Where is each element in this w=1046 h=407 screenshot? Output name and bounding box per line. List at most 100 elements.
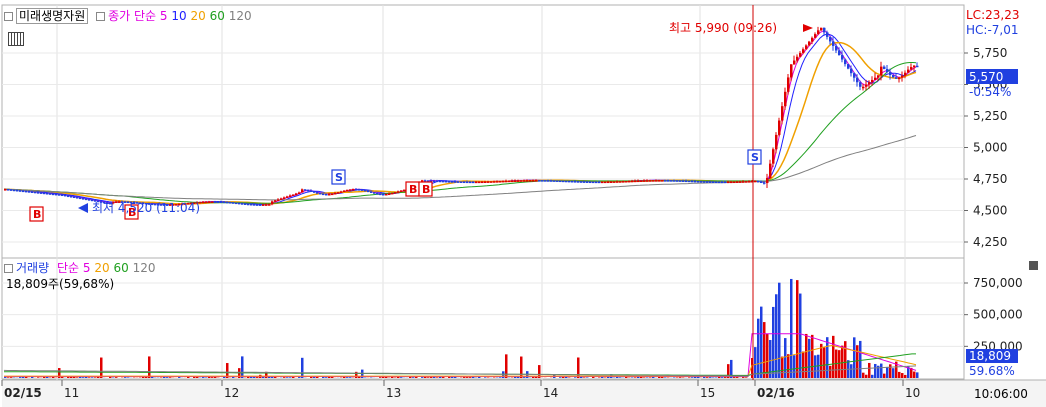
volume-bar	[394, 377, 397, 378]
volume-indicator-label[interactable]: 거래량	[16, 261, 49, 275]
volume-readout: 18,809주(59,68%)	[6, 277, 115, 291]
volume-bar	[349, 377, 352, 378]
price-candle	[664, 180, 667, 182]
legend-square-icon	[4, 12, 13, 21]
price-candle	[232, 202, 235, 204]
volume-bar	[70, 376, 73, 378]
price-candle	[871, 79, 874, 83]
volume-bar	[760, 306, 763, 378]
price-candle	[340, 191, 343, 193]
time-axis-tick: 11	[64, 386, 79, 400]
volume-bar	[799, 293, 802, 378]
price-candle	[40, 192, 43, 194]
price-candle	[565, 180, 568, 183]
volume-bar	[256, 377, 259, 378]
volume-bar	[169, 377, 172, 378]
price-ma-5: 5	[159, 9, 168, 23]
price-candle	[70, 195, 73, 198]
volume-bar	[646, 377, 649, 378]
price-candle	[472, 181, 475, 184]
volume-bar	[271, 376, 274, 378]
price-legend: 미래생명자원 종가 단순 5 10 20 60 120	[4, 8, 252, 24]
price-candle	[43, 192, 46, 195]
svg-text:B: B	[33, 208, 41, 221]
volume-bar	[676, 377, 679, 378]
price-candle	[448, 181, 451, 183]
price-candle	[868, 82, 871, 85]
price-candle	[4, 189, 7, 191]
price-candle	[682, 180, 685, 182]
price-candle	[211, 201, 214, 203]
price-candle	[433, 180, 436, 183]
volume-bar	[820, 343, 823, 378]
volume-bar	[94, 377, 97, 378]
price-candle	[391, 192, 394, 195]
volume-bar	[46, 376, 49, 378]
volume-bar	[283, 377, 286, 378]
price-candle	[298, 192, 301, 195]
volume-bar	[454, 376, 457, 378]
price-axis-tick: 4,250	[973, 235, 1007, 249]
price-candle	[7, 189, 10, 191]
volume-bar	[619, 377, 622, 378]
price-candle	[508, 180, 511, 183]
volume-bar	[586, 377, 589, 378]
price-candle	[553, 180, 556, 182]
volume-bar	[145, 376, 148, 378]
price-candle	[580, 181, 583, 183]
price-candle	[688, 180, 691, 183]
price-candle	[856, 77, 859, 83]
price-candle	[865, 84, 868, 87]
price-candle	[526, 180, 529, 182]
price-candle	[691, 180, 694, 183]
volume-bar	[679, 377, 682, 378]
price-candle	[745, 181, 748, 183]
price-candle	[361, 189, 364, 191]
price-candle	[667, 180, 670, 182]
time-axis-tick: 13	[386, 386, 401, 400]
volume-bar	[82, 377, 85, 378]
volume-bar	[871, 374, 874, 378]
price-candle	[790, 64, 793, 78]
volume-bar	[733, 377, 736, 378]
price-candle	[436, 180, 439, 183]
price-candle	[808, 41, 811, 46]
price-candle	[589, 181, 592, 184]
price-candle	[481, 181, 484, 184]
price-candle	[787, 77, 790, 92]
price-candle	[622, 181, 625, 183]
price-candle	[670, 180, 673, 182]
price-candle	[310, 190, 313, 193]
price-indicator-label[interactable]: 종가	[108, 9, 130, 23]
volume-bar	[580, 376, 583, 378]
price-candle	[403, 189, 406, 192]
volume-bar	[160, 377, 163, 378]
volume-bar	[832, 335, 835, 378]
price-candle	[700, 181, 703, 183]
price-candle	[844, 59, 847, 65]
price-candle	[898, 77, 901, 80]
table-toggle-icon[interactable]	[8, 32, 24, 46]
price-candle	[358, 189, 361, 191]
price-candle	[724, 181, 727, 184]
price-ma-60: 60	[209, 9, 225, 23]
volume-bar	[241, 356, 244, 378]
price-candle	[238, 202, 241, 205]
volume-bar	[100, 357, 103, 378]
price-candle	[469, 181, 472, 184]
price-candle	[466, 181, 469, 184]
volume-bar	[706, 377, 709, 378]
volume-bar	[559, 377, 562, 378]
volume-bar	[802, 351, 805, 378]
price-candle	[373, 192, 376, 194]
stock-name-label[interactable]: 미래생명자원	[16, 8, 89, 24]
price-ma-10: 10	[171, 9, 187, 23]
price-candle	[379, 193, 382, 196]
volume-bar	[796, 280, 799, 378]
volume-bar	[790, 278, 793, 378]
volume-bar	[115, 377, 118, 378]
volume-bar	[766, 333, 769, 378]
volume-bar	[166, 377, 169, 378]
volume-bar	[88, 377, 91, 378]
panel-close-icon[interactable]	[1029, 261, 1038, 270]
